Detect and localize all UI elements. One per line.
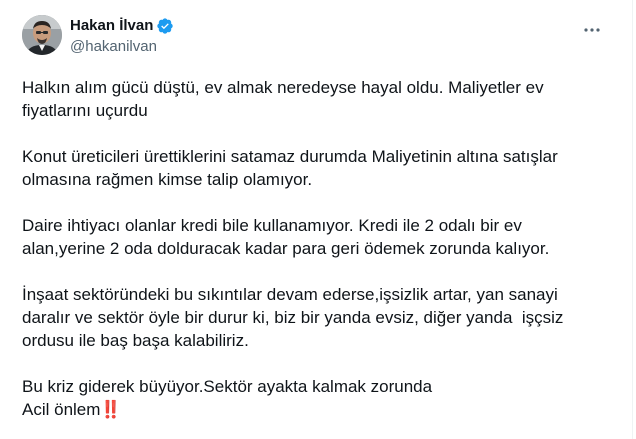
name-row: Hakan İlvan [70, 16, 174, 36]
tweet: Hakan İlvan @hakanilvan Halkın alım gücü… [0, 0, 636, 439]
handle[interactable]: @hakanilvan [70, 37, 174, 57]
tweet-paragraph: Konut üreticileri ürettiklerini satamaz … [22, 147, 558, 189]
verified-badge-icon[interactable] [156, 17, 174, 35]
final-line-1: Bu kriz giderek büyüyor.Sektör ayakta ka… [22, 377, 433, 396]
display-name[interactable]: Hakan İlvan [70, 16, 153, 36]
double-exclamation-emoji: ‼️ [100, 400, 121, 419]
avatar[interactable] [22, 15, 62, 55]
more-options-icon[interactable] [582, 20, 602, 40]
profile-photo-icon [22, 15, 62, 55]
tweet-paragraph: Daire ihtiyacı olanlar kredi bile kullan… [22, 216, 550, 258]
tweet-paragraph: Halkın alım gücü düştü, ev almak neredey… [22, 78, 544, 120]
tweet-text: Halkın alım gücü düştü, ev almak neredey… [22, 76, 602, 421]
tweet-paragraph: İnşaat sektöründeki bu sıkıntılar devam … [22, 285, 564, 350]
tweet-header: Hakan İlvan @hakanilvan [22, 0, 636, 68]
author-block: Hakan İlvan @hakanilvan [70, 16, 174, 57]
tweet-paragraph-final: Bu kriz giderek büyüyor.Sektör ayakta ka… [22, 375, 602, 421]
final-line-2: Acil önlem [22, 400, 101, 419]
